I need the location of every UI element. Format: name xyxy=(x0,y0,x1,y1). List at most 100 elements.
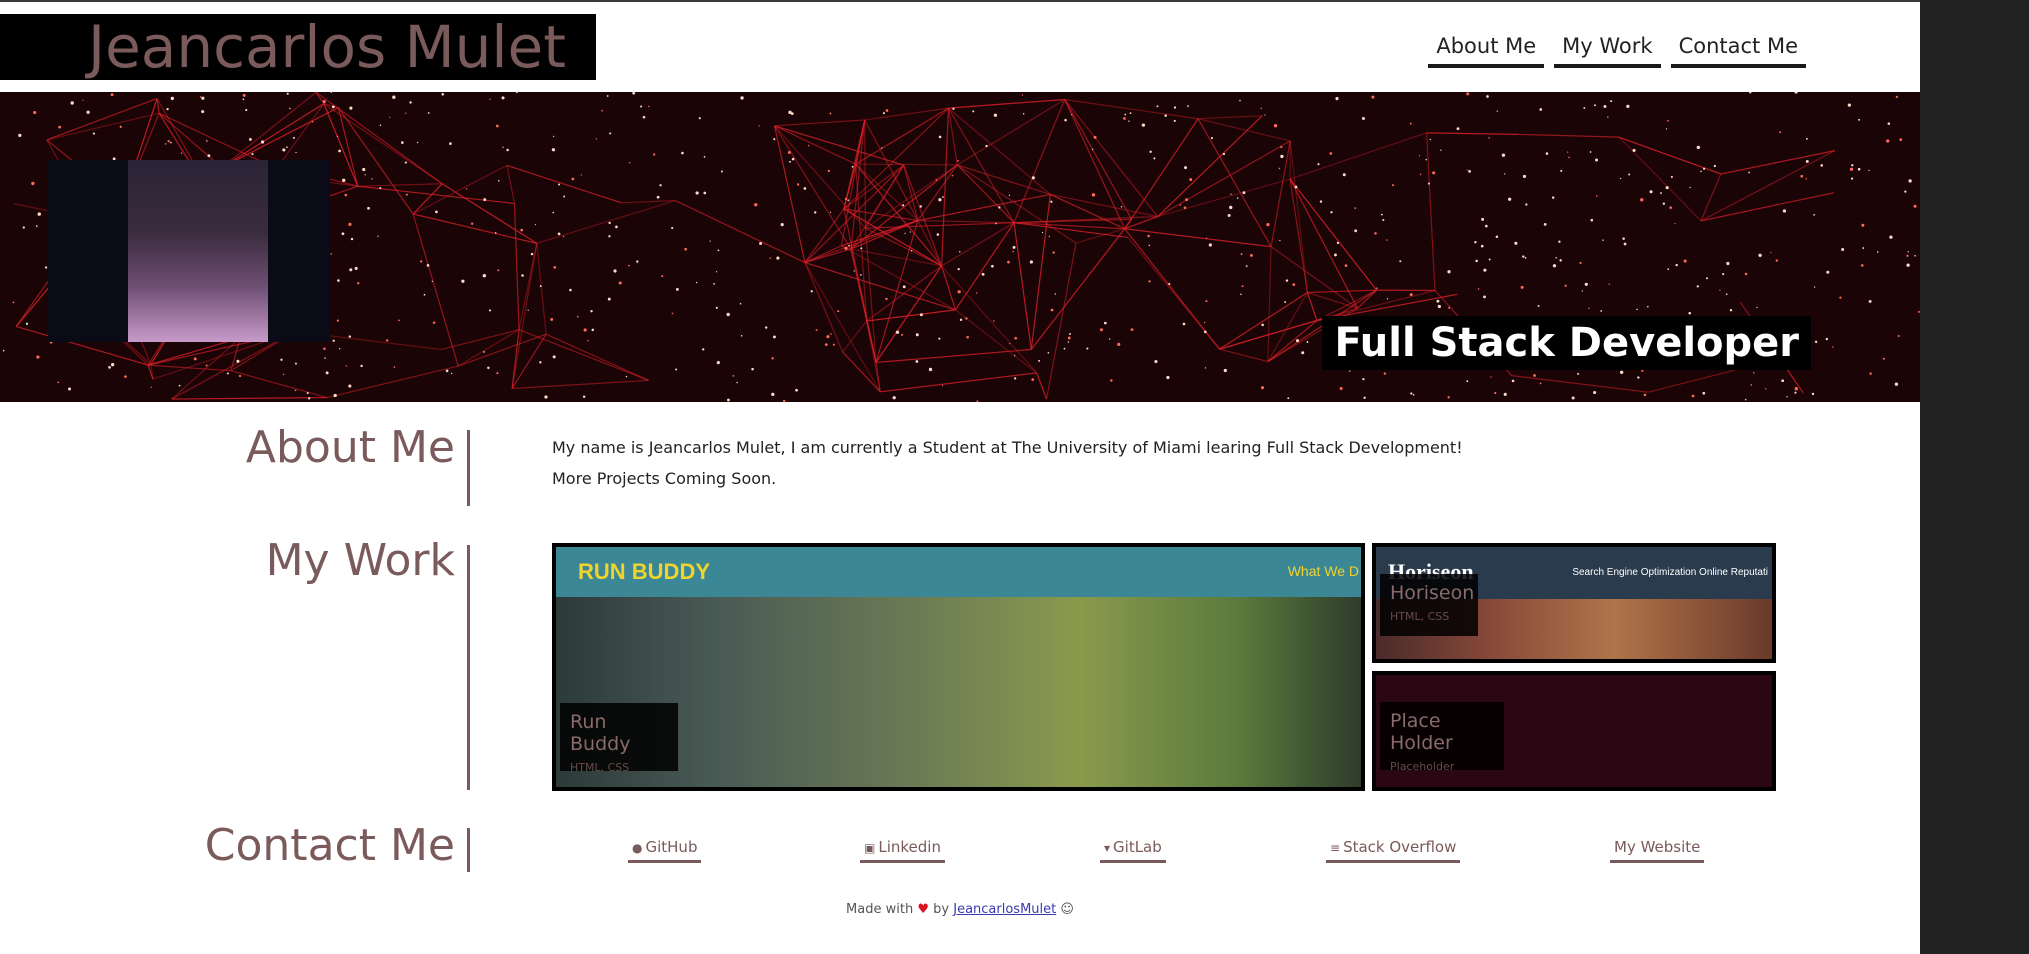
network-star xyxy=(671,226,674,230)
network-star xyxy=(1543,223,1547,226)
network-star xyxy=(1748,171,1750,174)
network-line xyxy=(1700,173,1722,222)
network-star xyxy=(1504,173,1506,175)
network-star xyxy=(998,206,1001,209)
network-star xyxy=(295,151,297,154)
network-star xyxy=(282,148,286,152)
network-line xyxy=(221,106,339,169)
network-star xyxy=(1223,368,1227,373)
network-star xyxy=(282,373,285,376)
nav-about-me[interactable]: About Me xyxy=(1428,30,1545,68)
network-star xyxy=(791,157,795,161)
network-star xyxy=(716,361,720,365)
network-star xyxy=(1260,107,1263,110)
network-star xyxy=(377,235,379,237)
network-star xyxy=(1284,301,1287,303)
network-line xyxy=(441,329,520,351)
network-star xyxy=(1488,258,1491,261)
project-card-horiseon[interactable]: Horiseon Search Engine Optimization Onli… xyxy=(1372,543,1776,663)
network-star xyxy=(844,197,848,201)
linkedin-link[interactable]: ▣ Linkedin xyxy=(860,838,945,863)
network-star xyxy=(656,195,660,199)
network-star xyxy=(751,367,754,371)
network-star xyxy=(847,199,850,202)
network-star xyxy=(1608,283,1610,285)
network-line xyxy=(880,372,1037,393)
network-star xyxy=(330,92,332,93)
network-star xyxy=(993,320,995,322)
network-star xyxy=(915,333,919,337)
network-star xyxy=(1839,296,1842,299)
network-line xyxy=(1013,99,1066,223)
network-star xyxy=(1539,108,1543,111)
network-star xyxy=(1339,387,1343,391)
network-star xyxy=(860,274,862,276)
network-star xyxy=(717,249,720,252)
avatar xyxy=(48,160,330,342)
network-star xyxy=(1496,110,1498,112)
network-star xyxy=(31,181,35,186)
network-line xyxy=(1198,115,1263,120)
network-star xyxy=(1841,247,1845,251)
nav-contact-me[interactable]: Contact Me xyxy=(1670,30,1806,68)
nav-my-work[interactable]: My Work xyxy=(1554,30,1661,68)
project-card-run-buddy[interactable]: RUN BUDDY What We D Run Buddy HTML, CSS xyxy=(552,543,1365,791)
network-line xyxy=(1700,192,1835,222)
network-star xyxy=(1537,304,1540,307)
network-star xyxy=(783,399,786,402)
network-star xyxy=(1794,387,1798,391)
network-star xyxy=(648,105,650,108)
network-star xyxy=(1860,264,1864,267)
network-star xyxy=(810,290,813,293)
network-star xyxy=(1688,311,1692,315)
network-star xyxy=(1594,104,1597,107)
network-star xyxy=(1031,378,1035,381)
network-star xyxy=(1647,305,1649,308)
footer-author-link[interactable]: JeancarlosMulet xyxy=(953,902,1056,917)
network-star xyxy=(482,274,487,278)
network-star xyxy=(1091,148,1094,151)
network-star xyxy=(902,204,905,207)
network-star xyxy=(1595,158,1598,162)
network-star xyxy=(942,196,944,198)
network-star xyxy=(1012,250,1015,253)
network-star xyxy=(1775,259,1779,262)
stackoverflow-link[interactable]: ≡ Stack Overflow xyxy=(1326,838,1461,863)
network-star xyxy=(404,161,407,164)
network-star xyxy=(336,135,339,137)
network-star xyxy=(853,270,855,272)
network-line xyxy=(1050,193,1158,218)
my-website-link[interactable]: My Website xyxy=(1610,838,1705,863)
network-star xyxy=(339,348,341,350)
network-star xyxy=(590,310,593,313)
network-star xyxy=(1120,205,1123,208)
network-star xyxy=(1820,164,1824,167)
network-star xyxy=(470,222,474,225)
network-star xyxy=(501,96,505,100)
network-star xyxy=(1667,120,1669,122)
project-card-place-holder[interactable]: Place Holder Placeholder xyxy=(1372,671,1776,791)
network-star xyxy=(1665,186,1669,190)
network-star xyxy=(1571,396,1575,400)
network-star xyxy=(506,148,509,152)
network-star xyxy=(1376,287,1378,289)
network-line xyxy=(948,107,1051,195)
gitlab-link[interactable]: ▾ GitLab xyxy=(1100,838,1166,863)
network-star xyxy=(539,361,542,364)
network-star xyxy=(1129,112,1132,115)
network-star xyxy=(550,318,554,321)
network-star xyxy=(325,371,329,375)
github-label: GitHub xyxy=(645,838,698,856)
site-title[interactable]: Jeancarlos Mulet xyxy=(0,14,596,80)
network-star xyxy=(1091,193,1096,197)
network-star xyxy=(119,125,122,128)
network-star xyxy=(959,318,963,322)
network-star xyxy=(1483,268,1487,272)
network-star xyxy=(910,249,913,252)
network-star xyxy=(170,141,172,144)
network-star xyxy=(824,343,828,347)
network-star xyxy=(1409,293,1413,297)
network-star xyxy=(1230,193,1232,195)
github-link[interactable]: ● GitHub xyxy=(628,838,702,863)
network-star xyxy=(1008,342,1011,345)
